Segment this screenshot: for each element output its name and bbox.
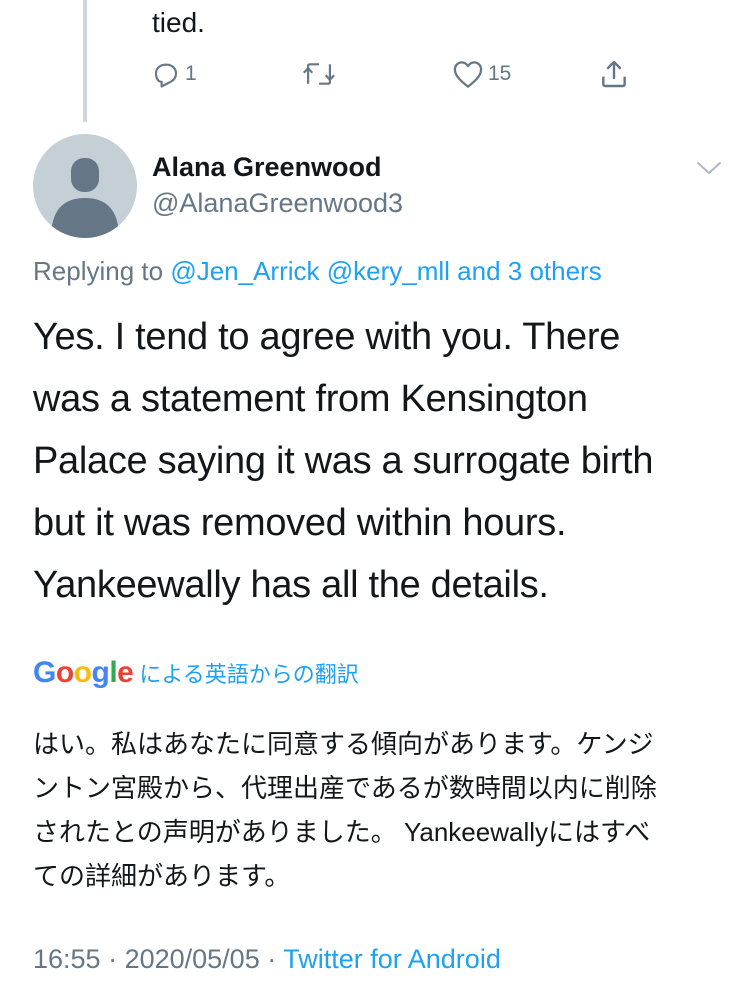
meta-separator: · <box>100 944 125 974</box>
reply-icon <box>151 59 181 89</box>
tweet-body-line: Yes. I tend to agree with you. There <box>33 316 621 358</box>
google-logo: Google <box>33 656 134 690</box>
google-logo-letter: l <box>109 656 118 689</box>
tweet-body-line: Yankeewally has all the details. <box>33 564 549 606</box>
previous-tweet-text: tied. <box>152 7 205 38</box>
google-logo-letter: o <box>73 656 92 689</box>
tweet-body-line: was a statement from Kensington <box>33 378 588 420</box>
tweet-source-link[interactable]: Twitter for Android <box>283 944 501 974</box>
tweet-body: Yes. I tend to agree with you. There was… <box>33 306 733 616</box>
translation-line: ての詳細があります。 <box>33 861 291 891</box>
retweet-icon <box>302 59 336 89</box>
google-logo-letter: e <box>117 656 134 689</box>
like-count: 15 <box>488 62 512 85</box>
share-icon <box>598 58 630 90</box>
replying-mentions-link[interactable]: @Jen_Arrick @kery_mll and 3 others <box>170 256 601 286</box>
google-logo-letter: o <box>55 656 74 689</box>
chevron-down-icon <box>697 162 721 174</box>
meta-separator: · <box>259 944 284 974</box>
translation-line: されたとの声明がありました。 Yankeewallyにはすべ <box>33 817 651 847</box>
tweet-menu-button[interactable] <box>694 158 724 183</box>
google-logo-letter: g <box>91 656 110 689</box>
reply-count: 1 <box>185 62 197 85</box>
reply-button[interactable]: 1 <box>151 56 197 92</box>
author-handle[interactable]: @AlanaGreenwood3 <box>152 188 403 219</box>
translation-line: はい。私はあなたに同意する傾向があります。ケンジ <box>33 729 654 759</box>
like-icon <box>452 59 484 89</box>
translation-line: ントン宮殿から、代理出産であるが数時間以内に削除 <box>33 773 657 803</box>
translation-label: による英語からの翻訳 <box>139 662 359 687</box>
share-button[interactable] <box>598 56 630 92</box>
translated-by[interactable]: Google による英語からの翻訳 <box>33 656 359 690</box>
replying-to: Replying to @Jen_Arrick @kery_mll and 3 … <box>33 256 602 287</box>
translation-text: はい。私はあなたに同意する傾向があります。ケンジ ントン宮殿から、代理出産である… <box>33 722 723 898</box>
tweet-time: 16:55 <box>33 944 101 974</box>
google-logo-letter: G <box>33 656 56 689</box>
avatar[interactable] <box>33 134 137 238</box>
tweet-body-line: Palace saying it was a surrogate birth <box>33 440 654 482</box>
retweet-button[interactable] <box>302 56 340 92</box>
author-name[interactable]: Alana Greenwood <box>152 152 382 183</box>
default-avatar-icon <box>51 158 119 238</box>
tweet-body-line: but it was removed within hours. <box>33 502 567 544</box>
tweet-meta: 16:55 · 2020/05/05 · Twitter for Android <box>33 944 501 975</box>
tweet-date: 2020/05/05 <box>124 944 260 974</box>
like-button[interactable]: 15 <box>452 56 511 92</box>
replying-prefix: Replying to <box>33 256 171 286</box>
thread-line <box>83 0 87 122</box>
